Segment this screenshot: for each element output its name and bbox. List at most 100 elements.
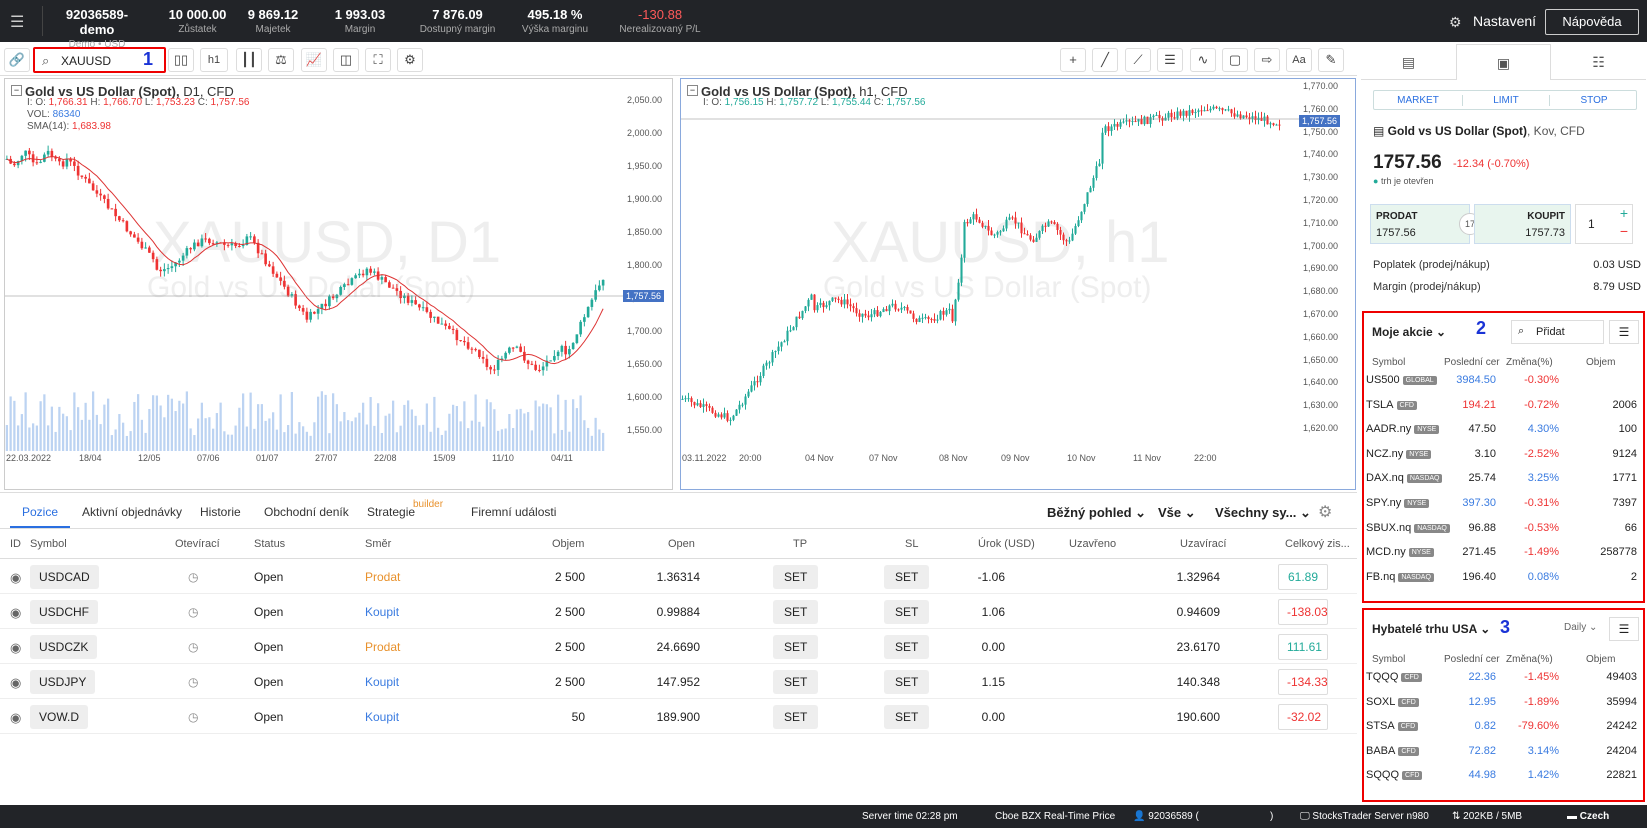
tab-trade-journal[interactable]: Obchodní deník xyxy=(264,505,349,519)
tp-set-button[interactable]: SET xyxy=(773,565,819,589)
channel-tool-icon[interactable]: ☰ xyxy=(1157,48,1183,72)
tp-set-button[interactable]: SET xyxy=(773,670,819,694)
movers-menu-icon[interactable]: ☰ xyxy=(1609,617,1639,641)
order-type-limit[interactable]: LIMIT xyxy=(1462,95,1550,106)
tp-set-button[interactable]: SET xyxy=(773,600,819,624)
tab-order-icon[interactable]: ▣ xyxy=(1456,44,1551,80)
list-item[interactable]: TSLA CFD 194.21 -0.72% 2006 xyxy=(1364,394,1643,419)
order-type-stop[interactable]: STOP xyxy=(1550,95,1638,106)
settings-button[interactable]: Nastavení xyxy=(1473,13,1536,29)
candles-icon[interactable]: ┃┃ xyxy=(236,48,262,72)
list-item[interactable]: MCD.ny NYSE 271.45 -1.49% 258778 xyxy=(1364,541,1643,566)
watchlist-title[interactable]: Moje akcie ⌄ xyxy=(1372,325,1446,339)
tp-set-button[interactable]: SET xyxy=(773,635,819,659)
eye-icon[interactable]: ◉ xyxy=(10,570,21,586)
sl-set-button[interactable]: SET xyxy=(884,600,930,624)
list-item[interactable]: SOXL CFD 12.95 -1.89% 35994 xyxy=(1364,691,1643,716)
tab-corporate-events[interactable]: Firemní události xyxy=(471,505,556,519)
list-item[interactable]: BABA CFD 72.82 3.14% 24204 xyxy=(1364,740,1643,765)
watchlist-add-input[interactable]: ⌕ Přidat xyxy=(1511,320,1604,344)
table-row[interactable]: ◉ USDCZK ◷ Open Prodat 2 500 24.6690 SET SET 0.00… xyxy=(0,629,1357,664)
sl-set-button[interactable]: SET xyxy=(884,565,930,589)
watchlist-menu-icon[interactable]: ☰ xyxy=(1609,320,1639,344)
indicators-icon[interactable]: 📈 xyxy=(301,48,327,72)
table-row[interactable]: ◉ USDJPY ◷ Open Koupit 2 500 147.952 SET SET 1.15… xyxy=(0,664,1357,699)
language-selector[interactable]: ▬ Czech xyxy=(1567,811,1609,822)
list-item[interactable]: FB.nq NASDAQ 196.40 0.08% 2 xyxy=(1364,566,1643,591)
sl-set-button[interactable]: SET xyxy=(884,635,930,659)
line-tool-icon[interactable]: ╱ xyxy=(1092,48,1118,72)
table-row[interactable]: ◉ USDCAD ◷ Open Prodat 2 500 1.36314 SET SET -1.0… xyxy=(0,559,1357,594)
clock-icon[interactable]: ◷ xyxy=(188,570,198,584)
buy-button[interactable]: KOUPIT 1757.73 xyxy=(1474,204,1571,244)
list-item[interactable]: SQQQ CFD 44.98 1.42% 22821 xyxy=(1364,764,1643,789)
search-input[interactable]: XAUUSD xyxy=(61,54,111,68)
movers-title[interactable]: Hybatelé trhu USA ⌄ xyxy=(1372,622,1490,636)
sl-set-button[interactable]: SET xyxy=(884,705,930,729)
link-icon[interactable]: 🔗 xyxy=(4,48,30,72)
help-button[interactable]: Nápověda xyxy=(1545,9,1639,35)
brush-tool-icon[interactable]: ✎ xyxy=(1318,48,1344,72)
symbol-button[interactable]: USDJPY xyxy=(30,670,96,694)
symbol-button[interactable]: USDCAD xyxy=(30,565,99,589)
sell-button[interactable]: PRODAT 1757.56 xyxy=(1370,204,1470,244)
text-tool-button[interactable]: Aa xyxy=(1286,48,1312,72)
tab-info-icon[interactable]: ▤ xyxy=(1361,44,1456,80)
tab-history[interactable]: Historie xyxy=(200,505,241,519)
list-item[interactable]: SBUX.nq NASDAQ 96.88 -0.53% 66 xyxy=(1364,517,1643,542)
list-item[interactable]: AADR.ny NYSE 47.50 4.30% 100 xyxy=(1364,418,1643,443)
tp-set-button[interactable]: SET xyxy=(773,705,819,729)
fullscreen-icon[interactable]: ⛶ xyxy=(365,48,391,72)
plus-icon[interactable]: + xyxy=(1620,205,1628,221)
hamburger-menu-icon[interactable]: ☰ xyxy=(10,12,24,32)
filter-dropdown[interactable]: Vše ⌄ xyxy=(1158,505,1196,521)
rect-tool-icon[interactable]: ▢ xyxy=(1222,48,1248,72)
clock-icon[interactable]: ◷ xyxy=(188,675,198,689)
symbol-search[interactable]: ⌕ XAUUSD 1 xyxy=(33,47,166,73)
tab-list-icon[interactable]: ☷ xyxy=(1551,44,1646,80)
gear-icon[interactable]: ⚙ xyxy=(1318,502,1332,522)
sl-set-button[interactable]: SET xyxy=(884,670,930,694)
eye-icon[interactable]: ◉ xyxy=(10,675,21,691)
timeframe-button[interactable]: h1 xyxy=(200,48,228,72)
table-row[interactable]: ◉ USDCHF ◷ Open Koupit 2 500 0.99884 SET SET 1.06… xyxy=(0,594,1357,629)
tab-positions[interactable]: Pozice xyxy=(22,505,58,519)
volume-bar xyxy=(58,406,61,451)
quantity-input[interactable]: 1 xyxy=(1588,217,1595,231)
clock-icon[interactable]: ◷ xyxy=(188,710,198,724)
list-item[interactable]: DAX.nq NASDAQ 25.74 3.25% 1771 xyxy=(1364,467,1643,492)
view-dropdown[interactable]: Běžný pohled ⌄ xyxy=(1047,505,1146,521)
eye-icon[interactable]: ◉ xyxy=(10,710,21,726)
wave-tool-icon[interactable]: ∿ xyxy=(1190,48,1216,72)
list-item[interactable]: TQQQ CFD 22.36 -1.45% 49403 xyxy=(1364,666,1643,691)
symbols-dropdown[interactable]: Všechny sy... ⌄ xyxy=(1215,505,1311,521)
chart-d1[interactable]: XAUUSD, D1 Gold vs US Dollar (Spot) − Go… xyxy=(4,78,673,490)
arrow-tool-icon[interactable]: ⇨ xyxy=(1254,48,1280,72)
quantity-stepper[interactable]: 1 + − xyxy=(1575,204,1633,244)
symbol-button[interactable]: USDCHF xyxy=(30,600,98,624)
eye-icon[interactable]: ◉ xyxy=(10,640,21,656)
order-type-market[interactable]: MARKET xyxy=(1374,95,1462,106)
crosshair-icon[interactable]: + xyxy=(1060,48,1086,72)
list-item[interactable]: SPY.ny NYSE 397.30 -0.31% 7397 xyxy=(1364,492,1643,517)
compare-icon[interactable]: ⚖ xyxy=(268,48,294,72)
list-item[interactable]: US500 GLOBAL 3984.50 -0.30% xyxy=(1364,369,1643,394)
layout-icon[interactable]: ▯▯ xyxy=(168,48,194,72)
tab-active-orders[interactable]: Aktivní objednávky xyxy=(82,505,182,519)
shapes-icon[interactable]: ◫ xyxy=(333,48,359,72)
minus-icon[interactable]: − xyxy=(1620,223,1628,239)
gear-icon[interactable]: ⚙ xyxy=(397,48,423,72)
chart-h1[interactable]: XAUUSD, h1 Gold vs US Dollar (Spot) − Go… xyxy=(680,78,1356,490)
eye-icon[interactable]: ◉ xyxy=(10,605,21,621)
ray-tool-icon[interactable]: ⟋ xyxy=(1125,48,1151,72)
sliders-icon[interactable]: ⚙ xyxy=(1449,14,1462,31)
list-item[interactable]: STSA CFD 0.82 -79.60% 24242 xyxy=(1364,715,1643,740)
list-item[interactable]: NCZ.ny NYSE 3.10 -2.52% 9124 xyxy=(1364,443,1643,468)
period-dropdown[interactable]: Daily ⌄ xyxy=(1564,622,1597,633)
clock-icon[interactable]: ◷ xyxy=(188,605,198,619)
clock-icon[interactable]: ◷ xyxy=(188,640,198,654)
symbol-button[interactable]: USDCZK xyxy=(30,635,98,659)
symbol-button[interactable]: VOW.D xyxy=(30,705,89,729)
tab-strategies[interactable]: Strategie xyxy=(367,505,415,519)
table-row[interactable]: ◉ VOW.D ◷ Open Koupit 50 189.900 SET SET 0.00 190.… xyxy=(0,699,1357,734)
